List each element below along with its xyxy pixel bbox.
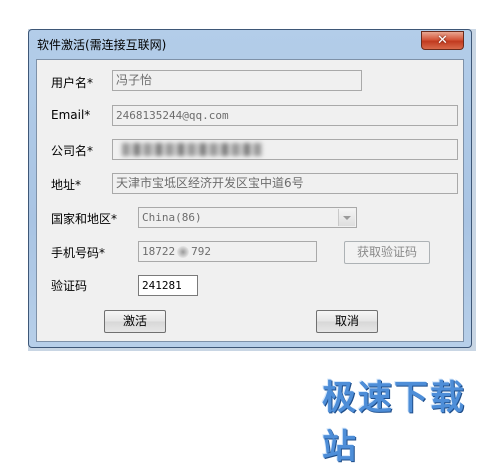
code-field[interactable]: 241281: [138, 275, 198, 296]
address-label: 地址*: [51, 178, 82, 192]
company-label: 公司名*: [51, 144, 94, 158]
email-label: Email*: [51, 108, 91, 122]
phone-label: 手机号码*: [51, 246, 106, 260]
country-label: 国家和地区*: [51, 212, 118, 226]
cancel-button[interactable]: 取消: [316, 310, 378, 333]
close-button[interactable]: ✕: [421, 31, 464, 50]
code-label: 验证码: [51, 279, 88, 293]
company-field[interactable]: [112, 139, 458, 160]
chevron-down-icon[interactable]: [338, 209, 355, 226]
site-watermark: 极速下载站: [322, 378, 466, 467]
address-field[interactable]: 天津市宝坻区经济开发区宝中道6号: [112, 173, 458, 194]
activation-dialog: 软件激活(需连接互联网) ✕ 用户名* 冯子怡 Email* 246813524…: [28, 29, 472, 348]
phone-field[interactable]: 18722 792: [138, 241, 317, 262]
redacted-company: [122, 143, 262, 156]
username-field[interactable]: 冯子怡: [112, 70, 362, 91]
dialog-client-area: 用户名* 冯子怡 Email* 2468135244@qq.com 公司名* 地…: [36, 59, 464, 342]
country-value: China(86): [142, 211, 202, 224]
redacted-phone-digits: [177, 246, 190, 258]
window-title: 软件激活(需连接互联网): [37, 38, 167, 52]
activate-button[interactable]: 激活: [104, 310, 166, 333]
close-icon: ✕: [437, 33, 448, 48]
country-select[interactable]: China(86): [138, 207, 357, 228]
get-code-button[interactable]: 获取验证码: [344, 241, 430, 264]
username-label: 用户名*: [51, 76, 94, 90]
email-field[interactable]: 2468135244@qq.com: [112, 105, 458, 126]
phone-suffix: 792: [191, 245, 211, 258]
phone-prefix: 18722: [142, 245, 176, 258]
